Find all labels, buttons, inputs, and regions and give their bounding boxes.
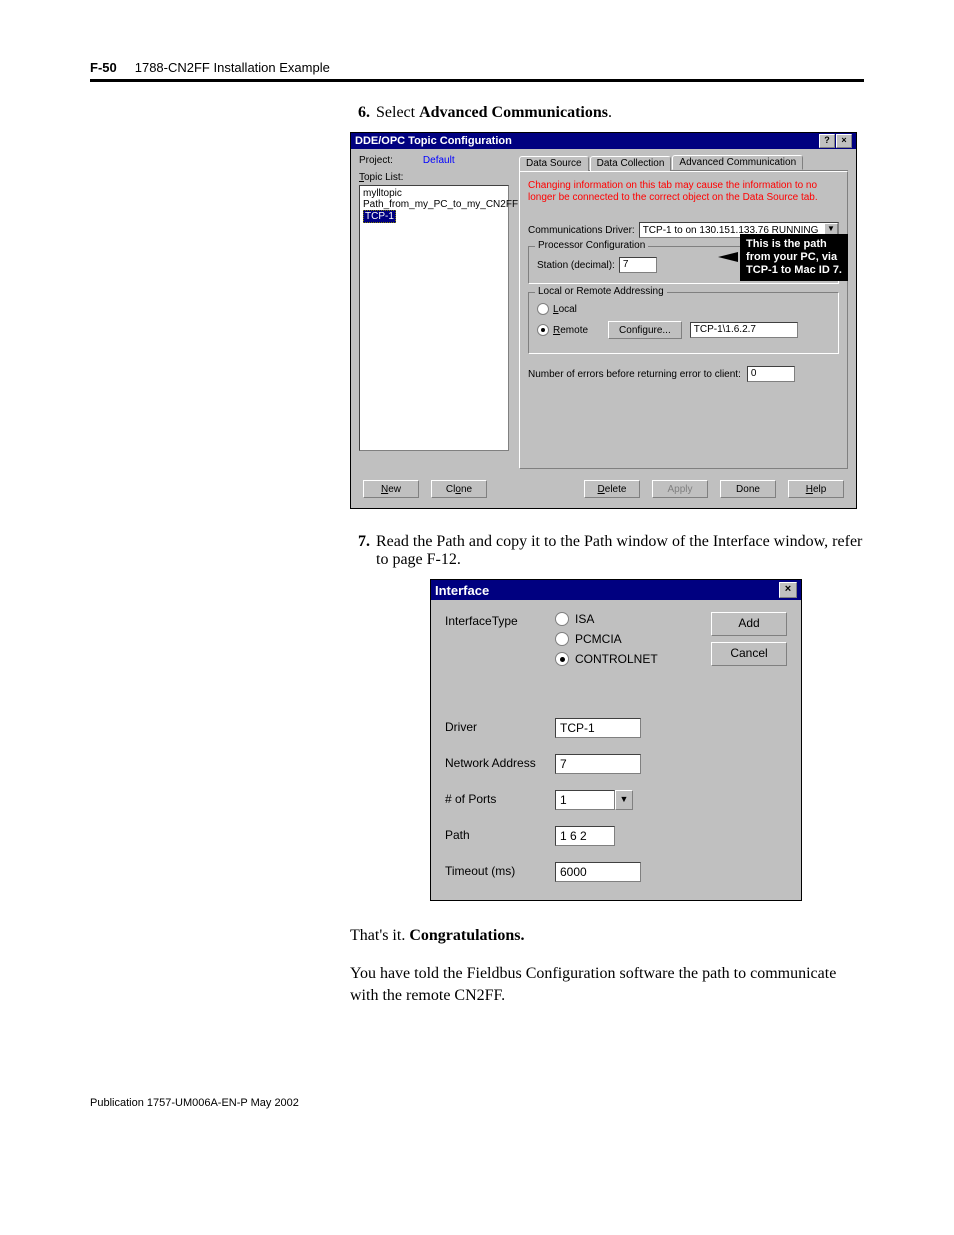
ports-label: # of Ports [445,790,555,806]
tab-data-collection[interactable]: Data Collection [590,156,672,171]
list-item-selected[interactable]: TCP-1 [363,210,396,223]
header-rule [90,79,864,82]
path-label: Path [445,826,555,842]
comm-driver-label: Communications Driver: [528,225,635,236]
callout-arrow-icon [718,252,738,262]
topic-listbox[interactable]: mylltopic Path_from_my_PC_to_my_CN2FF TC… [359,185,509,451]
page-number: F-50 [90,60,117,75]
driver-label: Driver [445,718,555,734]
radio-remote-label: Remote [553,325,588,336]
step6-text: Select Advanced Communications. [376,104,612,122]
station-label: Station (decimal): [537,260,615,271]
network-address-label: Network Address [445,754,555,770]
path-input[interactable]: 1 6 2 [555,826,615,846]
publication-footer: Publication 1757-UM006A-EN-P May 2002 [90,1097,864,1109]
station-input[interactable]: 7 [619,257,657,273]
topic-list-label: Topic List: [359,172,509,183]
help-icon[interactable]: ? [819,134,835,148]
header-title: 1788-CN2FF Installation Example [135,60,330,75]
project-value: Default [423,155,455,166]
list-item[interactable]: Path_from_my_PC_to_my_CN2FF [363,199,505,210]
radio-local[interactable] [537,303,549,315]
ports-select[interactable]: 1 [555,790,615,810]
interface-type-label: InterfaceType [445,612,555,628]
list-item[interactable]: mylltopic [363,188,505,199]
apply-button[interactable]: Apply [652,480,708,498]
add-button[interactable]: Add [711,612,787,636]
tab-data-source[interactable]: Data Source [519,156,589,171]
warning-text: Changing information on this tab may cau… [528,180,839,204]
dialog2-title: Interface [435,583,489,598]
new-button[interactable]: New [363,480,419,498]
closing-p2: You have told the Fieldbus Configuration… [350,963,864,1007]
closing-p1: That's it. Congratulations. [350,925,864,947]
project-label: Project: [359,155,393,166]
radio-isa[interactable] [555,612,569,626]
done-button[interactable]: Done [720,480,776,498]
dialog1-title: DDE/OPC Topic Configuration [355,135,512,147]
configure-button[interactable]: Configure... [608,321,682,339]
processor-config-legend: Processor Configuration [535,240,648,251]
radio-controlnet-label: CONTROLNET [575,652,658,666]
addressing-legend: Local or Remote Addressing [535,286,667,297]
errors-label: Number of errors before returning error … [528,369,741,380]
close-icon[interactable]: × [836,134,852,148]
dde-opc-dialog: DDE/OPC Topic Configuration ? × Project:… [350,132,857,509]
chevron-down-icon[interactable]: ▼ [615,790,633,810]
errors-input[interactable]: 0 [747,366,795,382]
interface-dialog: Interface × InterfaceType ISA PCMCIA [430,579,802,901]
clone-button[interactable]: Clone [431,480,487,498]
network-address-input[interactable]: 7 [555,754,641,774]
radio-pcmcia[interactable] [555,632,569,646]
step6-number: 6. [350,104,370,122]
driver-input[interactable]: TCP-1 [555,718,641,738]
radio-controlnet[interactable] [555,652,569,666]
step7-number: 7. [350,533,370,569]
callout-box: This is the path from your PC, via TCP-1… [740,234,848,281]
timeout-label: Timeout (ms) [445,862,555,878]
close-icon[interactable]: × [779,582,797,598]
radio-local-label: Local [553,304,577,315]
delete-button[interactable]: Delete [584,480,640,498]
radio-pcmcia-label: PCMCIA [575,632,622,646]
radio-remote[interactable] [537,324,549,336]
radio-isa-label: ISA [575,612,594,626]
cancel-button[interactable]: Cancel [711,642,787,666]
step7-text: Read the Path and copy it to the Path wi… [376,533,864,569]
remote-path-input[interactable]: TCP-1\1.6.2.7 [690,322,798,338]
tab-advanced-communication[interactable]: Advanced Communication [672,155,803,170]
help-button[interactable]: Help [788,480,844,498]
timeout-input[interactable]: 6000 [555,862,641,882]
